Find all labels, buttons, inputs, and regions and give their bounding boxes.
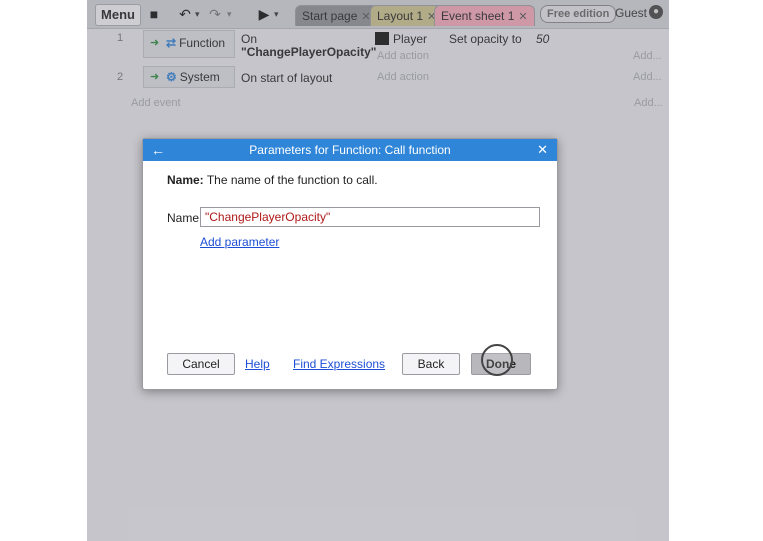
description-text: The name of the function to call. <box>206 173 378 187</box>
name-input[interactable]: "ChangePlayerOpacity" <box>200 207 540 227</box>
help-link[interactable]: Help <box>245 357 270 371</box>
name-field-label: Name <box>167 211 200 225</box>
add-parameter-link[interactable]: Add parameter <box>200 235 279 249</box>
cancel-button[interactable]: Cancel <box>167 353 235 375</box>
dialog-titlebar: ← Parameters for Function: Call function… <box>143 139 557 161</box>
find-expressions-link[interactable]: Find Expressions <box>293 357 385 371</box>
dialog-title: Parameters for Function: Call function <box>249 143 451 157</box>
back-arrow-icon[interactable]: ← <box>151 139 165 161</box>
close-icon[interactable]: ✕ <box>537 139 548 161</box>
parameter-description: Name: The name of the function to call. <box>167 173 378 187</box>
back-button[interactable]: Back <box>402 353 460 375</box>
description-label: Name: <box>167 173 204 187</box>
parameters-dialog: ← Parameters for Function: Call function… <box>142 138 558 390</box>
click-indicator-icon <box>481 344 513 376</box>
